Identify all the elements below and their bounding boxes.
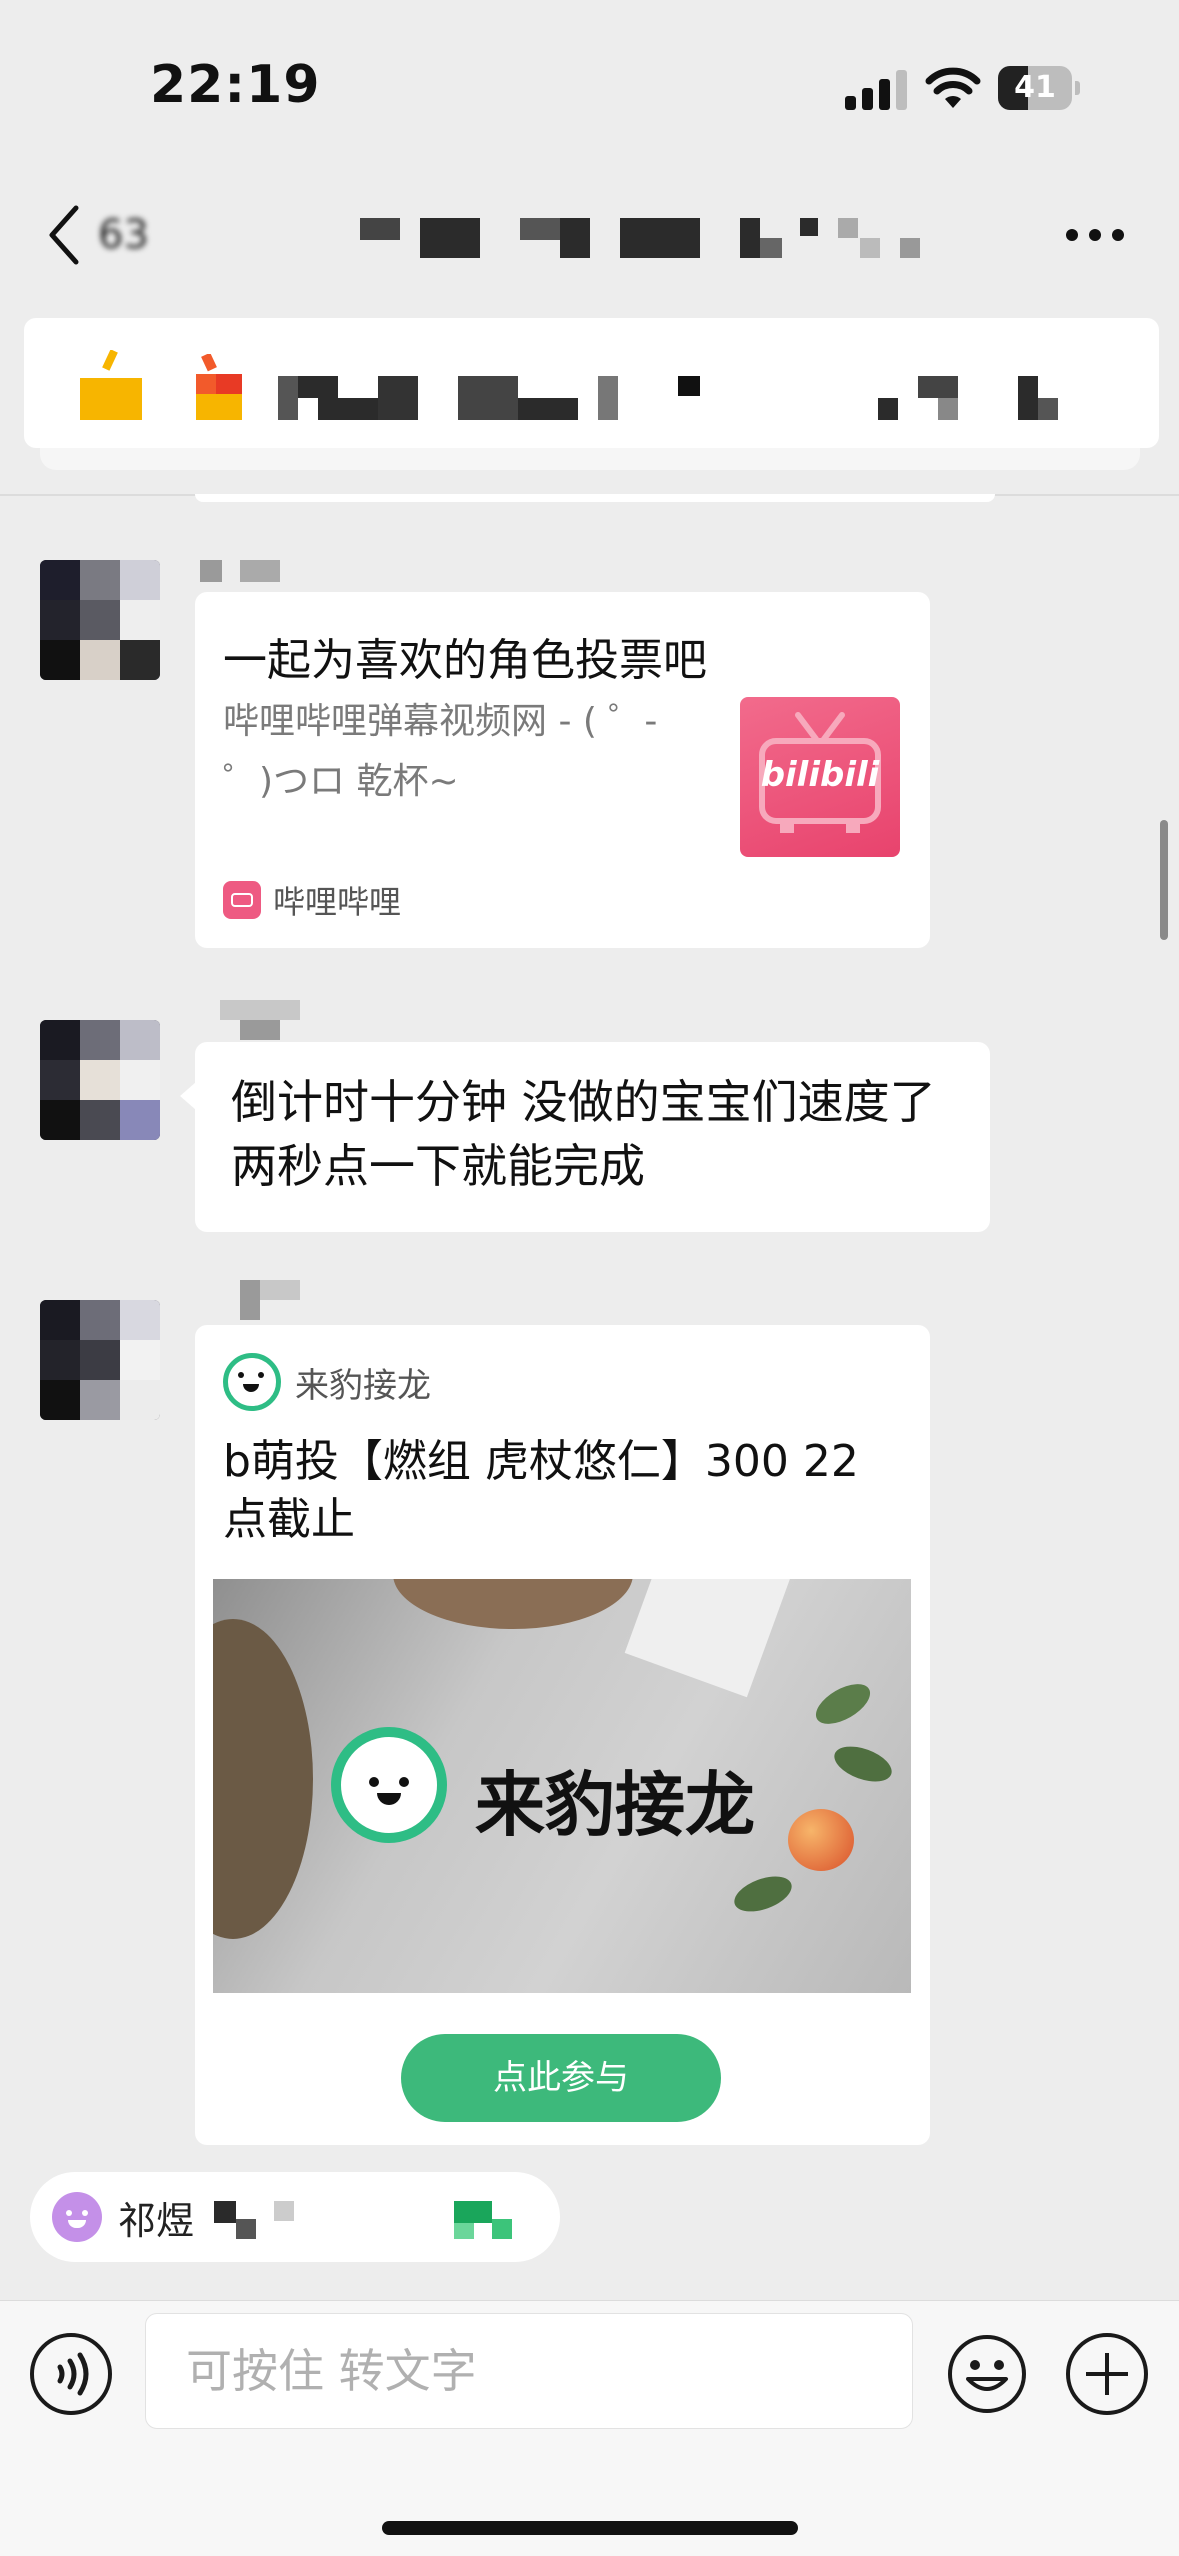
status-bar: 22:19 41 [0,0,1179,170]
participate-button[interactable]: 点此参与 [401,2034,721,2122]
previous-bubble-edge [195,494,995,502]
cellular-signal-icon [845,70,907,110]
battery-level: 41 [1014,70,1056,105]
chevron-left-icon[interactable] [40,200,90,270]
avatar[interactable] [40,1300,160,1420]
sender-name-pixelated [240,1280,300,1320]
seal-logo-icon [331,1727,447,1843]
sender-name-pixelated [200,560,300,588]
cover-image-brand-text: 来豹接龙 [475,1764,755,1846]
mini-program-name: 来豹接龙 [295,1365,431,1406]
mention-detail-pixelated [214,2195,534,2239]
text-message[interactable]: 倒计时十分钟 没做的宝宝们速度了 两秒点一下就能完成 [195,1042,990,1232]
link-card-source: 哔哩哔哩 [223,880,402,921]
mention-chip[interactable]: 祁煜 [30,2172,560,2262]
bilibili-icon [223,881,261,919]
voice-icon[interactable] [30,2333,112,2415]
link-card-thumbnail: bilibili [740,697,900,857]
mini-program-card[interactable]: 来豹接龙 b萌投【燃组 虎杖悠仁】300 22点截止 来豹接龙 点此参与 [195,1325,930,2145]
more-icon[interactable] [1060,210,1130,260]
scrollbar[interactable] [1160,820,1168,940]
mention-name: 祁煜 [118,2198,195,2243]
unread-count[interactable]: 63 [98,200,149,270]
bubble-tail [180,1082,196,1110]
mention-avatar [52,2192,102,2242]
link-card-message[interactable]: 一起为喜欢的角色投票吧 哔哩哔哩弹幕视频网 - ( ゜- ゜)つロ 乾杯~ bi… [195,592,930,948]
message-text: 倒计时十分钟 没做的宝宝们速度了 两秒点一下就能完成 [231,1075,936,1193]
mini-program-header: 来豹接龙 [223,1353,431,1411]
link-card-source-name: 哔哩哔哩 [273,883,402,921]
emoji-icon[interactable] [946,2333,1028,2415]
seal-logo-icon [223,1353,281,1411]
wifi-icon [925,67,981,108]
mini-program-cover-image: 来豹接龙 [213,1579,911,1993]
battery-icon: 41 [998,66,1080,110]
chat-header: 63 [0,170,1179,300]
sender-name-pixelated [220,1000,310,1040]
mini-program-title: b萌投【燃组 虎杖悠仁】300 22点截止 [223,1436,859,1545]
chat-title-pixelated [360,218,920,258]
avatar[interactable] [40,1020,160,1140]
input-bar [0,2300,1179,2556]
plus-icon[interactable] [1066,2333,1148,2415]
status-time: 22:19 [150,55,321,115]
home-indicator [382,2521,798,2535]
link-card-title: 一起为喜欢的角色投票吧 [223,635,707,686]
avatar[interactable] [40,560,160,680]
pinned-announcement-shadow [40,448,1140,470]
pinned-announcement-text-pixelated [278,376,1108,420]
thumbnail-logo-text: bilibili [760,755,880,795]
folder-icon [80,350,142,420]
message-input[interactable] [145,2313,913,2429]
link-card-description: 哔哩哔哩弹幕视频网 - ( ゜- ゜)つロ 乾杯~ [223,701,658,802]
flag-icon [196,354,242,420]
